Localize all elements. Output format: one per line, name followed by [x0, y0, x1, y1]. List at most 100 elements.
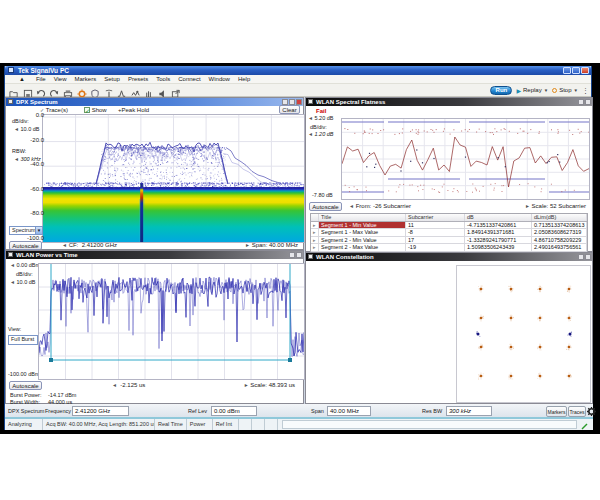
run-button[interactable]: Run	[490, 86, 512, 95]
flatness-plot[interactable]	[341, 118, 590, 200]
pvt-autoscale-button[interactable]: Autoscale	[9, 381, 42, 390]
dpx-y-axis-label: -20.0	[20, 137, 44, 143]
menu-item-setup[interactable]: Setup	[100, 75, 124, 83]
dpx-y-axis-label: -100.0	[20, 235, 44, 241]
antenna-icon[interactable]	[104, 85, 114, 95]
res-bw-input[interactable]: 300 kHz	[446, 406, 492, 416]
pvt-scale-readout[interactable]: ► Scale: 48.393 us	[244, 382, 295, 388]
flatness-results-table[interactable]: TitleSubcarrierdBdLim(dB)▸Segment 1 - Mi…	[310, 213, 588, 253]
flatness-from-readout[interactable]: ◄ From: -26 Subcarrier	[349, 203, 411, 209]
controlbar-app-name[interactable]: DPX Spectrum	[8, 408, 44, 414]
menu-item-connect[interactable]: Connect	[174, 75, 204, 83]
flatness-ytop[interactable]: ◄ 5.20 dB	[308, 115, 333, 121]
maximize-button[interactable]	[572, 67, 580, 74]
flatness-dbdiv-value[interactable]: ◄ 1.20 dB	[308, 131, 333, 137]
minimize-button[interactable]	[563, 67, 571, 74]
marker-peak-icon[interactable]	[117, 85, 127, 95]
pvt-dbdiv-value[interactable]: ◄ 10.0 dB	[10, 279, 35, 285]
dpx-peak-hold-label[interactable]: +Peak Hold	[118, 107, 149, 113]
dpx-show-checkbox[interactable]: ✓ Show	[84, 107, 107, 113]
table-header-subcarrier[interactable]: Subcarrier	[406, 214, 465, 221]
table-header-dlimdb[interactable]: dLim(dB)	[532, 214, 587, 221]
window-titlebar[interactable]: Tek SignalVu PC	[5, 66, 591, 75]
shield-icon[interactable]	[90, 85, 100, 95]
menu-item-markers[interactable]: Markers	[71, 75, 101, 83]
close-button[interactable]	[581, 67, 589, 74]
panel-minimize-button[interactable]	[578, 254, 584, 260]
constellation-panel-titlebar[interactable]: WLAN Constellation	[306, 253, 592, 261]
dpx-cf-readout[interactable]: ◄ CF: 2.41200 GHz	[62, 242, 117, 248]
frequency-input[interactable]: 2.41200 GHz	[72, 406, 129, 416]
dpx-panel-titlebar[interactable]: DPX Spectrum	[6, 98, 303, 106]
panel-minimize-button[interactable]	[578, 99, 584, 105]
table-row[interactable]: ▸Segment 1 - Max Value-81.84914391371681…	[311, 229, 587, 237]
undo-icon[interactable]	[36, 85, 46, 95]
speaker-icon[interactable]	[158, 85, 168, 95]
constellation-plot[interactable]	[456, 265, 591, 403]
stop-button[interactable]: Stop ▼	[552, 87, 578, 93]
dpx-rbw-label: RBW:	[12, 148, 26, 154]
status-bar: Analyzing Acq BW: 40.00 MHz, Acq Length:…	[5, 419, 593, 430]
panel-maximize-button[interactable]	[296, 252, 302, 258]
pvt-panel-title: WLAN Power vs Time	[16, 251, 78, 259]
more-options-icon[interactable]: ⋮	[582, 86, 589, 95]
pvt-xleft-readout[interactable]: ◄ -2.125 us	[112, 382, 145, 388]
dpx-plot[interactable]	[42, 114, 305, 243]
dpx-panel-title: DPX Spectrum	[16, 98, 58, 106]
constellation-panel-title: WLAN Constellation	[316, 253, 374, 261]
status-cell-empty	[252, 419, 265, 430]
ref-lev-label: Ref Lev	[188, 408, 207, 414]
flatness-autoscale-button[interactable]: Autoscale	[309, 202, 342, 211]
table-row[interactable]: ▸Segment 2 - Max Value-191.5098350624343…	[311, 244, 587, 252]
dpx-traces-label[interactable]: ✓ Trace(s)	[40, 107, 68, 113]
app-icon	[8, 67, 14, 73]
span-input[interactable]: 40.00 MHz	[327, 406, 371, 416]
replay-button[interactable]: ▶ Replay ▼	[516, 87, 548, 94]
flatness-result: Fail	[316, 108, 326, 114]
table-header-db[interactable]: dB	[465, 214, 532, 221]
flatness-panel: WLAN Spectral Flatness Fail ◄ 5.20 dB dB…	[305, 97, 593, 252]
ref-lev-input[interactable]: 0.00 dBm	[211, 406, 257, 416]
export-icon[interactable]	[171, 85, 181, 95]
dpx-clear-button[interactable]: Clear	[279, 105, 300, 114]
settings-gear-icon[interactable]	[587, 407, 596, 416]
pvt-burst-power-value: -14.17 dBm	[48, 392, 76, 398]
table-row[interactable]: ▸Segment 1 - Min Value11-4.7135133742086…	[311, 222, 587, 230]
pvt-panel-titlebar[interactable]: WLAN Power vs Time	[6, 251, 303, 259]
menu-item-view[interactable]: View	[50, 75, 71, 83]
table-header-title[interactable]: Title	[319, 214, 406, 221]
dpx-display-select[interactable]: Spectrum ▼	[9, 226, 43, 235]
print-icon[interactable]	[63, 85, 73, 95]
marker-wave-icon[interactable]	[131, 85, 141, 95]
flatness-panel-titlebar[interactable]: WLAN Spectral Flatness	[306, 98, 592, 106]
menu-item-file[interactable]: File	[32, 75, 50, 83]
status-cell: Real Time	[155, 419, 187, 430]
pan-hand-icon[interactable]	[144, 85, 154, 95]
video-frame: Tek SignalVu PC ▲ FileViewMarkersSetupPr…	[0, 63, 600, 434]
flatness-scale-readout[interactable]: ► Scale: 52 Subcarrier	[525, 203, 586, 209]
menu-item-window[interactable]: Window	[205, 75, 234, 83]
res-bw-label: Res BW	[422, 408, 442, 414]
pvt-ytop[interactable]: ◄ 0.00 dBm	[10, 262, 40, 268]
menu-item-tools[interactable]: Tools	[152, 75, 174, 83]
tek-logo-icon: ▲	[5, 75, 32, 83]
table-row[interactable]: ▸Segment 2 - Min Value17-1.3328924179077…	[311, 237, 587, 245]
settings-gear-icon[interactable]	[77, 85, 87, 95]
dpx-autoscale-button[interactable]: Autoscale	[9, 241, 42, 250]
flatness-dbdiv-label: dB/div:	[310, 124, 327, 130]
markers-button[interactable]: Markers	[546, 406, 567, 417]
panel-maximize-button[interactable]	[585, 254, 591, 260]
menu-item-presets[interactable]: Presets	[124, 75, 152, 83]
save-icon[interactable]	[23, 85, 33, 95]
dpx-dbdiv-value[interactable]: ◄ 10.0 dB	[14, 126, 39, 132]
flatness-panel-title: WLAN Spectral Flatness	[316, 98, 385, 106]
panel-maximize-button[interactable]	[585, 99, 591, 105]
redo-icon[interactable]	[50, 85, 60, 95]
panel-minimize-button[interactable]	[289, 252, 295, 258]
dpx-span-readout[interactable]: ► Span: 40.00 MHz	[245, 242, 298, 248]
menu-item-help[interactable]: Help	[234, 75, 254, 83]
open-folder-icon[interactable]	[9, 85, 19, 95]
workspace: DPX Spectrum ✓ Trace(s) ✓ Show +Peak Hol…	[5, 97, 593, 404]
pvt-plot[interactable]	[38, 263, 305, 380]
traces-button[interactable]: Traces	[568, 406, 586, 417]
